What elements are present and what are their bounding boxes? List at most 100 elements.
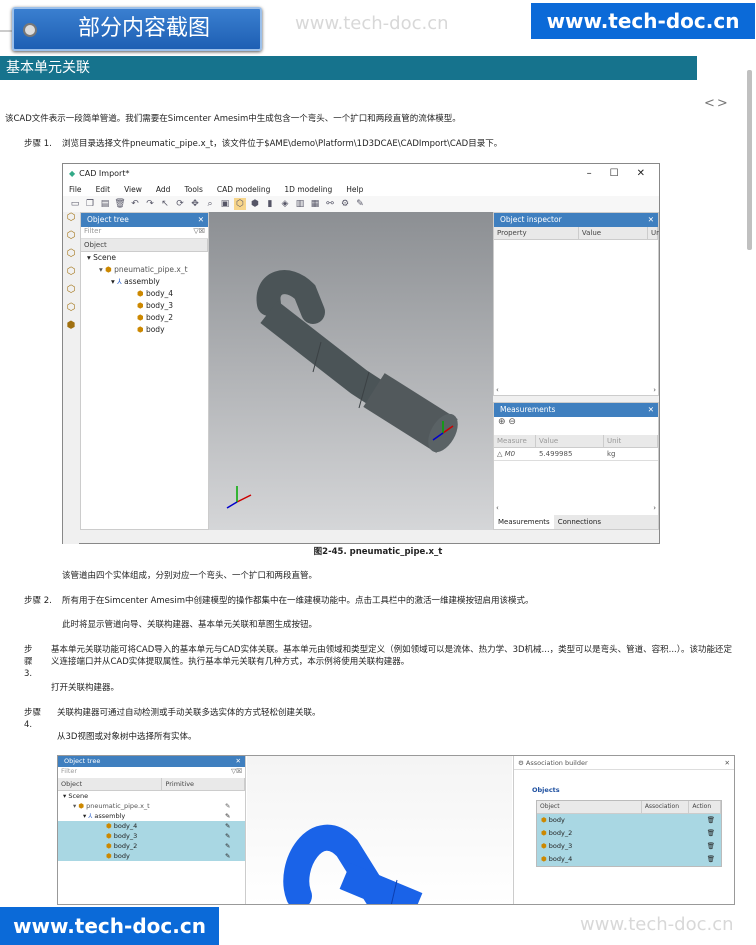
menu-add[interactable]: Add: [156, 185, 171, 194]
tree-row-body4[interactable]: ⬢ body_4: [81, 288, 208, 300]
cube-icon[interactable]: ⬡: [63, 302, 79, 320]
filter-input[interactable]: Filter ▽☒: [81, 227, 208, 239]
measure-icon[interactable]: ▮: [264, 198, 276, 210]
copy-icon[interactable]: ❐: [84, 198, 96, 210]
prev-button[interactable]: <: [704, 96, 717, 111]
shot2-row-body2[interactable]: ⬢ body_2 ✎: [58, 841, 245, 851]
measure-hscroll[interactable]: ‹ ›: [494, 504, 658, 513]
cube-icon[interactable]: ⬡: [63, 266, 79, 284]
cube-icon[interactable]: ⬡: [63, 248, 79, 266]
shot2-filter[interactable]: Filter ▽☒: [58, 767, 245, 778]
menu-edit[interactable]: Edit: [96, 185, 111, 194]
cube-icon[interactable]: ⬡: [63, 284, 79, 302]
url-bottom[interactable]: www.tech-doc.cn: [0, 907, 219, 945]
export-icon[interactable]: ▦: [309, 198, 321, 210]
step1-text: 浏览目录选择文件pneumatic_pipe.x_t，该文件位于$AME\dem…: [62, 139, 503, 149]
menu-file[interactable]: File: [69, 185, 82, 194]
scroll-left-icon[interactable]: ‹: [496, 504, 499, 513]
scrollbar-thumb[interactable]: [747, 70, 752, 250]
display-icon[interactable]: ▥: [294, 198, 306, 210]
link-icon[interactable]: ⚯: [324, 198, 336, 210]
toolbar: ▭ ❐ ▤ 🗑 ↶ ↷ ↖ ⟳ ✥ ⌕ ▣ ⬡ ⬢ ▮ ◈ ▥ ▦ ⚯ ⚙ ✎: [63, 196, 659, 212]
inspector-columns: Property Value Ur: [494, 227, 659, 240]
new-icon[interactable]: ▭: [69, 198, 81, 210]
scroll-left-icon[interactable]: ‹: [496, 386, 499, 395]
trash-icon[interactable]: 🗑: [707, 827, 715, 840]
url-top[interactable]: www.tech-doc.cn: [531, 3, 755, 39]
close-icon[interactable]: ✕: [637, 168, 645, 179]
menu-1d-modeling[interactable]: 1D modeling: [284, 185, 332, 194]
inspector-hscroll[interactable]: ‹ ›: [494, 386, 658, 395]
filter-icon[interactable]: ▽☒: [193, 227, 205, 235]
object-tree-panel: Object tree ✕ Filter ▽☒ Object ▾ Scene ▾ ⬢…: [80, 212, 209, 530]
shot2-row-body[interactable]: ⬢ body ✎: [58, 851, 245, 861]
trash-icon[interactable]: 🗑: [707, 853, 715, 866]
measure-row[interactable]: △ M0 5.499985 kg: [494, 448, 658, 461]
close-icon[interactable]: ✕: [648, 213, 654, 227]
assoc-icon: ⚙: [518, 759, 524, 767]
delete-icon[interactable]: 🗑: [114, 198, 126, 210]
shot2-row-body4[interactable]: ⬢ body_4 ✎: [58, 821, 245, 831]
scroll-right-icon[interactable]: ›: [653, 386, 656, 395]
scroll-right-icon[interactable]: ›: [653, 504, 656, 513]
tree-row-assembly[interactable]: ▾ ⅄ assembly: [81, 276, 208, 288]
assoc-icon[interactable]: ⚙: [339, 198, 351, 210]
undo-icon[interactable]: ↶: [129, 198, 141, 210]
measure-columns: Measure Value Unit: [494, 435, 658, 448]
redo-icon[interactable]: ↷: [144, 198, 156, 210]
paste-icon[interactable]: ▤: [99, 198, 111, 210]
minimize-icon[interactable]: –: [587, 168, 592, 179]
shot2-row-file[interactable]: ▾ ⬢ pneumatic_pipe.x_t ✎: [58, 801, 245, 811]
measure-unit: kg: [607, 450, 616, 458]
measure-tabs: Measurements Connections: [494, 515, 658, 529]
step1-label: 步骤 1.: [24, 139, 52, 149]
cube-icon[interactable]: ⬡: [63, 230, 79, 248]
shot2-viewport[interactable]: [247, 756, 512, 904]
zoom-icon[interactable]: ⌕: [204, 198, 216, 210]
tree-row-body2[interactable]: ⬢ body_2: [81, 312, 208, 324]
close-icon[interactable]: ✕: [648, 403, 654, 417]
maximize-icon[interactable]: ☐: [610, 168, 619, 179]
3d-viewport[interactable]: [209, 212, 493, 530]
pipe-wizard-icon[interactable]: ⬢: [249, 198, 261, 210]
fit-icon[interactable]: ▣: [219, 198, 231, 210]
menu-view[interactable]: View: [124, 185, 142, 194]
close-icon[interactable]: ✕: [198, 213, 204, 227]
sketch-icon[interactable]: ✎: [354, 198, 366, 210]
select-icon[interactable]: ↖: [159, 198, 171, 210]
next-button[interactable]: >: [717, 96, 730, 111]
assoc-row-body4[interactable]: ⬢ body_4 🗑: [537, 853, 721, 866]
close-icon[interactable]: ✕: [236, 756, 241, 767]
trash-icon[interactable]: 🗑: [707, 840, 715, 853]
tab-measurements[interactable]: Measurements: [494, 515, 554, 529]
tab-connections[interactable]: Connections: [554, 515, 605, 529]
cube-icon[interactable]: ⬡: [63, 212, 79, 230]
menu-tools[interactable]: Tools: [184, 185, 202, 194]
assoc-row-body[interactable]: ⬢ body 🗑: [537, 814, 721, 827]
filter-icon[interactable]: ▽☒: [231, 767, 242, 775]
menubar: File Edit View Add Tools CAD modeling 1D…: [63, 182, 659, 196]
window-titlebar: ◆ CAD Import* – ☐ ✕: [63, 164, 659, 182]
shot2-row-scene[interactable]: ▾ Scene: [58, 791, 245, 801]
solid-cube-icon[interactable]: ⬢: [63, 320, 79, 338]
assoc-row-body2[interactable]: ⬢ body_2 🗑: [537, 827, 721, 840]
tree-row-scene[interactable]: ▾ Scene: [81, 252, 208, 264]
tree-row-file[interactable]: ▾ ⬢ pneumatic_pipe.x_t: [81, 264, 208, 276]
remove-measure-icon[interactable]: ⊖: [508, 417, 516, 427]
close-icon[interactable]: ✕: [725, 756, 730, 770]
shot2-row-body3[interactable]: ⬢ body_3 ✎: [58, 831, 245, 841]
menu-help[interactable]: Help: [346, 185, 363, 194]
trash-icon[interactable]: 🗑: [707, 814, 715, 827]
tree-header: Object: [81, 239, 208, 252]
tree-row-body3[interactable]: ⬢ body_3: [81, 300, 208, 312]
section-icon[interactable]: ◈: [279, 198, 291, 210]
rotate-icon[interactable]: ⟳: [174, 198, 186, 210]
pan-icon[interactable]: ✥: [189, 198, 201, 210]
shot2-tree-header: Object tree ✕: [58, 756, 245, 767]
menu-cad-modeling[interactable]: CAD modeling: [217, 185, 270, 194]
assoc-row-body3[interactable]: ⬢ body_3 🗑: [537, 840, 721, 853]
add-measure-icon[interactable]: ⊕: [498, 417, 506, 427]
activate-1d-icon[interactable]: ⬡: [234, 198, 246, 210]
shot2-row-assembly[interactable]: ▾ ⅄ assembly ✎: [58, 811, 245, 821]
tree-row-body[interactable]: ⬢ body: [81, 324, 208, 336]
